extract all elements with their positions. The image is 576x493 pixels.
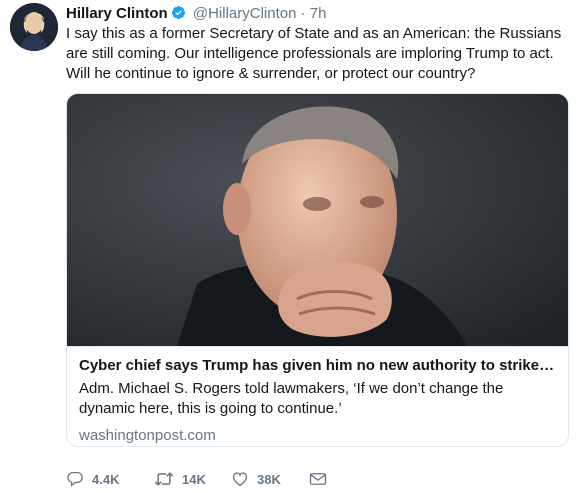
card-image[interactable] — [67, 94, 568, 346]
card-body: Cyber chief says Trump has given him no … — [67, 346, 568, 446]
heart-icon — [232, 472, 248, 487]
verified-badge-icon — [171, 5, 186, 25]
reply-icon — [67, 471, 83, 487]
tweet-header: Hillary Clinton @HillaryClinton · 7h — [66, 5, 326, 25]
tweet-text: I say this as a former Secretary of Stat… — [66, 25, 562, 82]
reply-count: 4.4K — [92, 471, 120, 487]
tweet-actions: 4.4K 14K 38K — [66, 468, 327, 490]
author-name[interactable]: Hillary Clinton — [66, 5, 168, 22]
tweet-timestamp[interactable]: 7h — [310, 5, 327, 22]
like-button[interactable]: 38K — [231, 470, 309, 488]
author-handle[interactable]: @HillaryClinton — [193, 5, 297, 22]
like-count: 38K — [257, 471, 281, 487]
direct-message-button[interactable] — [309, 471, 327, 487]
retweet-button[interactable]: 14K — [154, 470, 231, 488]
retweet-count: 14K — [182, 471, 206, 487]
card-domain: washingtonpost.com — [79, 427, 216, 444]
retweet-icon — [154, 472, 174, 486]
card-title[interactable]: Cyber chief says Trump has given him no … — [79, 356, 558, 376]
photo-of-admiral-icon — [67, 94, 568, 346]
avatar-photo — [10, 3, 58, 51]
separator-dot: · — [300, 5, 306, 22]
envelope-icon — [309, 473, 327, 485]
card-description: Adm. Michael S. Rogers told lawmakers, ‘… — [79, 380, 504, 417]
avatar[interactable] — [10, 3, 58, 51]
link-card[interactable]: Cyber chief says Trump has given him no … — [66, 93, 569, 447]
reply-button[interactable]: 4.4K — [66, 470, 154, 488]
